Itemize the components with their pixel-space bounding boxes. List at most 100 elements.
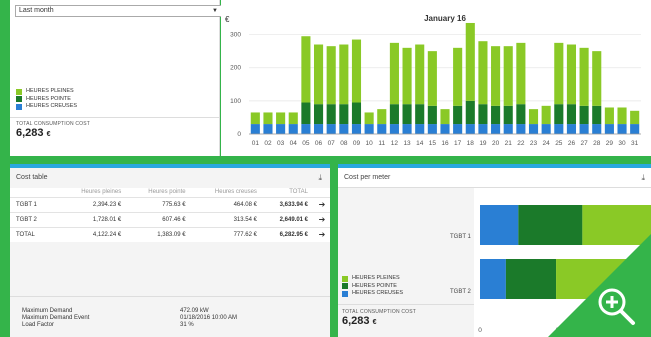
column-header: Heures pleines <box>58 188 128 197</box>
bar-segment <box>313 44 324 105</box>
bar-segment <box>528 124 539 134</box>
bar-segment <box>389 124 399 134</box>
summary-row: Maximum Demand 472.09 kW <box>22 308 237 315</box>
bar-segment <box>377 124 387 134</box>
y-tick-label: 200 <box>230 65 241 72</box>
bar-segment <box>566 104 577 125</box>
bar-segment <box>516 124 526 134</box>
download-icon[interactable]: ⤓ <box>641 173 645 183</box>
bar-segment <box>604 124 614 134</box>
legend-label: HEURES CREUSES <box>26 103 78 109</box>
chevron-down-icon: ▼ <box>212 8 218 14</box>
bar-segment <box>364 124 374 134</box>
bar-segment <box>630 110 640 125</box>
legend-swatch <box>342 275 348 282</box>
bar-segment <box>263 124 273 134</box>
x-tick-label: 26 <box>568 140 576 147</box>
x-tick-label: 01 <box>252 140 260 147</box>
bar-segment <box>491 124 501 134</box>
bar-segment <box>415 124 425 134</box>
bar-segment <box>389 42 399 105</box>
legend-swatch <box>16 96 22 103</box>
x-tick-label: 10 <box>366 140 374 147</box>
x-tick-label: 14 <box>416 140 424 147</box>
summary-row: Load Factor 31 % <box>22 322 237 329</box>
legend-label: HEURES POINTE <box>352 282 397 289</box>
arrow-right-icon[interactable]: ➔ <box>314 211 330 227</box>
bar-segment <box>313 124 324 134</box>
legend-swatch <box>16 103 22 110</box>
bar-segment <box>427 51 437 106</box>
summary-value: 472.09 kW <box>180 308 209 314</box>
x-tick-label: 08 <box>340 140 348 147</box>
x-tick-label: 24 <box>543 140 551 147</box>
bar-segment <box>288 124 298 134</box>
x-tick-label: 02 <box>264 140 272 147</box>
x-tick-label: 04 <box>290 140 298 147</box>
x-tick-label: 09 <box>353 140 361 147</box>
zoom-in-icon[interactable] <box>593 283 639 329</box>
table-cell: TGBT 1 <box>10 196 59 212</box>
bar-segment <box>579 105 589 125</box>
column-header <box>314 188 330 197</box>
summary-panel: Last month ▼ HEURES PLEINES HEURES POINT… <box>10 0 223 156</box>
bar-segment <box>364 112 374 125</box>
legend-label: HEURES CREUSES <box>352 290 404 296</box>
legend-swatch <box>342 283 348 290</box>
download-icon[interactable]: ⤓ <box>318 173 322 183</box>
bar-segment <box>630 124 640 134</box>
x-tick-label: 28 <box>593 140 601 147</box>
arrow-right-icon[interactable]: ➔ <box>314 196 330 212</box>
total-cost-amount: 6,283 <box>16 127 44 139</box>
bar-segment <box>339 44 349 105</box>
bar-segment <box>478 104 488 125</box>
period-select[interactable]: Last month ▼ <box>15 5 223 17</box>
total-cost-unit: € <box>372 319 377 326</box>
bar-segment <box>301 124 311 134</box>
arrow-right-icon[interactable]: ➔ <box>314 226 330 242</box>
bar-segment <box>288 112 298 125</box>
x-tick-label: 18 <box>467 140 475 147</box>
legend-swatch <box>16 88 22 95</box>
bar-segment <box>554 104 564 125</box>
table-cell: 6,282.95 € <box>262 226 314 242</box>
bar-segment <box>415 104 425 125</box>
legend-item: HEURES PLEINES <box>16 88 77 96</box>
legend-item: HEURES POINTE <box>16 96 77 104</box>
cost-per-meter-title: Cost per meter <box>344 174 391 181</box>
x-tick-label: 19 <box>479 140 487 147</box>
cost-table-title: Cost table <box>16 174 48 181</box>
legend-label: HEURES PLEINES <box>26 88 74 94</box>
bar-segment <box>313 104 324 125</box>
table-cell: TOTAL <box>10 226 59 242</box>
bar-segment <box>503 105 513 125</box>
legend: HEURES PLEINES HEURES POINTE HEURES CREU… <box>342 275 403 298</box>
summary-label: Load Factor <box>22 321 55 328</box>
bar-segment <box>465 22 475 101</box>
table-row[interactable]: TOTAL 4,122.24 € 1,383.09 € 777.62 € 6,2… <box>10 226 330 242</box>
x-tick-label: 0 <box>478 327 482 334</box>
divider <box>338 304 474 305</box>
bar-segment <box>389 104 399 125</box>
bar-segment <box>440 124 450 134</box>
column-header: Heures creuses <box>191 188 263 197</box>
bar-segment <box>478 124 488 134</box>
bar-segment <box>402 47 412 105</box>
bar-segment <box>465 124 475 134</box>
x-tick-label: 06 <box>315 140 323 147</box>
meter-bar-segment <box>480 205 519 245</box>
x-tick-label: 17 <box>454 140 462 147</box>
total-cost-unit: € <box>46 131 51 138</box>
bar-segment <box>617 124 627 134</box>
bar-segment <box>339 124 349 134</box>
cost-table: Heures pleines Heures pointe Heures creu… <box>10 188 330 242</box>
table-cell: 2,649.01 € <box>262 211 314 227</box>
table-row[interactable]: TGBT 1 2,394.23 € 775.63 € 464.08 € 3,63… <box>10 196 330 212</box>
bar-segment <box>301 36 311 103</box>
x-tick-label: 12 <box>391 140 399 147</box>
x-tick-label: 11 <box>378 140 385 147</box>
legend-item: HEURES PLEINES <box>342 275 403 283</box>
bar-segment <box>465 100 475 125</box>
table-row[interactable]: TGBT 2 1,728.01 € 607.46 € 313.54 € 2,64… <box>10 211 330 227</box>
bar-segment <box>453 47 463 106</box>
